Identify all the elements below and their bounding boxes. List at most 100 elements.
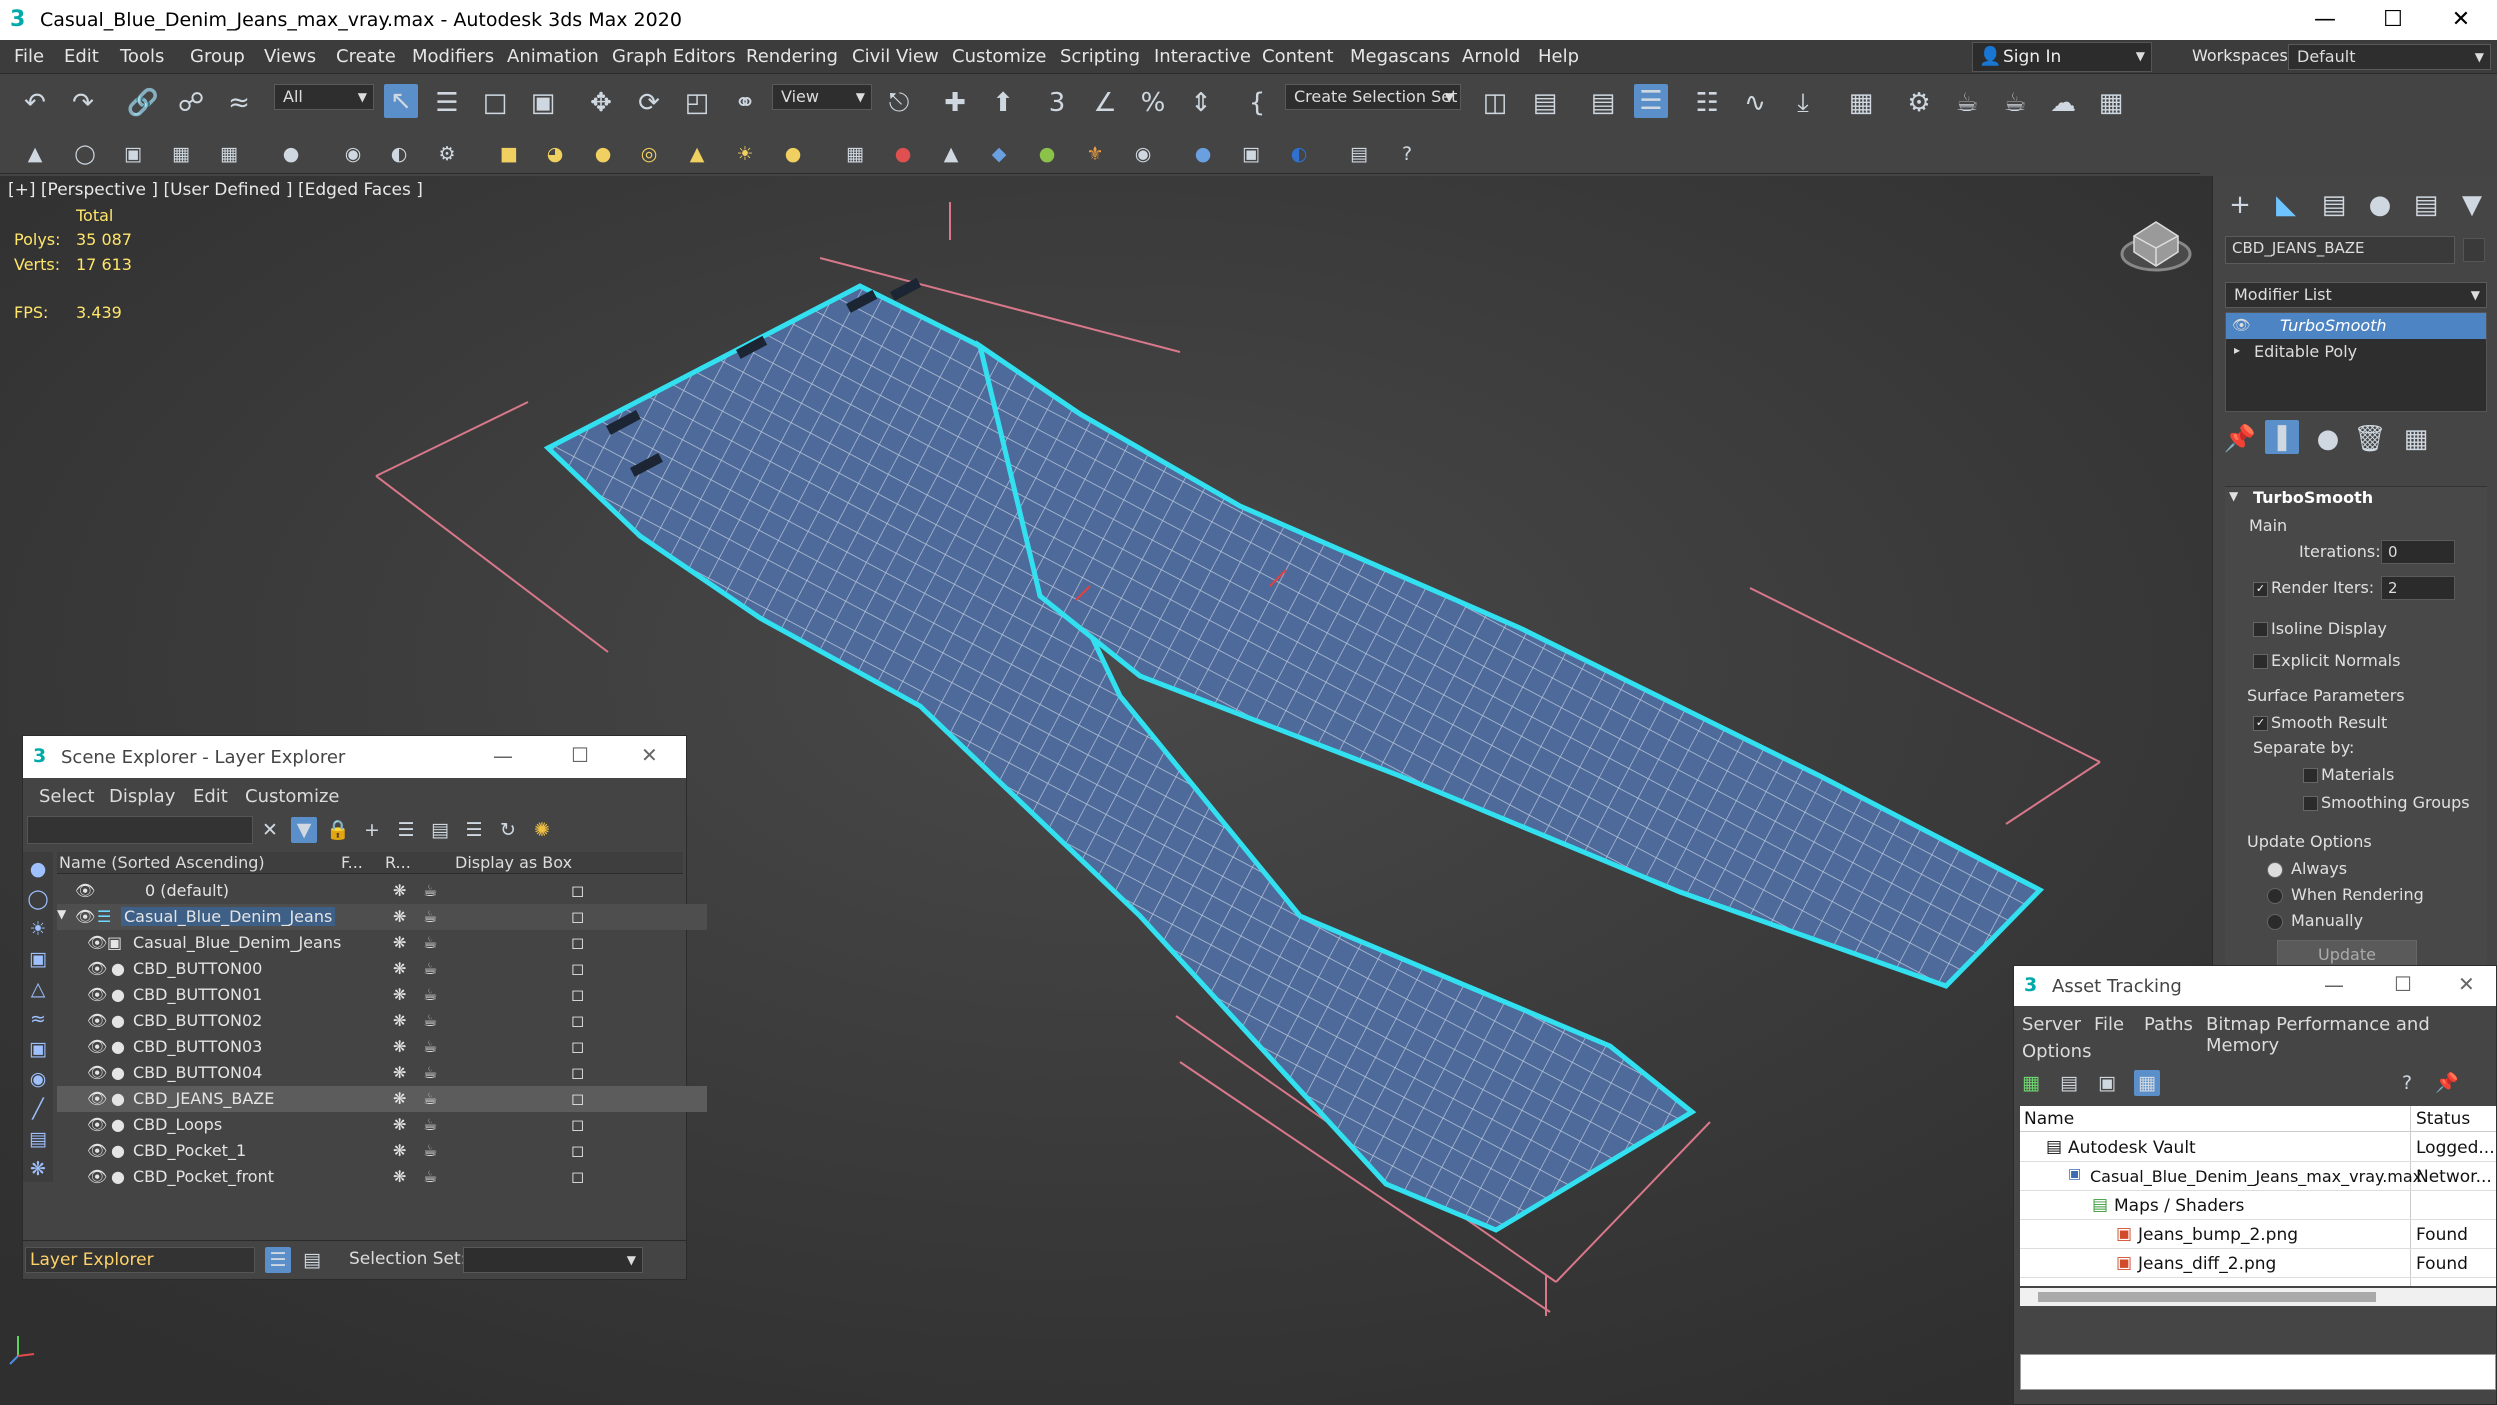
asset-menu-options[interactable]: Options <box>2022 1041 2091 1062</box>
explicit-normals-checkbox[interactable] <box>2253 654 2268 669</box>
render-icon[interactable]: ☕ <box>423 985 437 1004</box>
edit-named-selection-icon[interactable]: { <box>1240 86 1274 120</box>
align-icon[interactable]: ▤ <box>1528 86 1562 120</box>
freeze-icon[interactable]: ❋ <box>393 1141 406 1160</box>
redo-icon[interactable]: ↷ <box>66 86 100 120</box>
render-icon[interactable]: ☕ <box>423 1089 437 1108</box>
maximize-button[interactable]: ☐ <box>2358 0 2428 40</box>
box-icon[interactable]: ◻ <box>571 985 584 1004</box>
render-icon[interactable]: ☕ <box>423 1063 437 1082</box>
maximize-button[interactable]: ☐ <box>571 743 589 767</box>
percent-snap-icon[interactable]: % <box>1136 86 1170 120</box>
menu-content[interactable]: Content <box>1262 46 1334 67</box>
render-frame-icon[interactable]: ● <box>1190 141 1216 167</box>
column-header-display-as-box[interactable]: Display as Box <box>455 853 572 872</box>
freeze-icon[interactable]: ❋ <box>393 1115 406 1134</box>
scale-icon[interactable]: ◰ <box>680 86 714 120</box>
layer-explorer-mode-icon[interactable]: ☰ <box>265 1247 291 1273</box>
schematic-view-icon[interactable]: ⤓ <box>1786 86 1820 120</box>
eye-icon[interactable]: 👁 <box>87 1089 107 1108</box>
menu-file[interactable]: File <box>14 46 44 67</box>
object-color-swatch[interactable] <box>2463 238 2485 262</box>
arnold-toolbar-icon-2[interactable]: ◯ <box>72 141 98 167</box>
render-icon[interactable]: ☕ <box>423 907 437 926</box>
list-item[interactable]: ▼ 👁 ☰ Casual_Blue_Denim_Jeans ❋ ☕ ◻ <box>57 904 707 930</box>
list-item[interactable]: 👁 ● CBD_Pocket_1 ❋ ☕ ◻ <box>57 1138 707 1164</box>
select-object-icon[interactable]: ↖ <box>384 84 418 118</box>
fur-object-icon[interactable]: ⚜ <box>1082 141 1108 167</box>
help-icon[interactable]: ? <box>1394 141 1420 167</box>
display-space-warps-icon[interactable]: ≈ <box>25 1006 51 1032</box>
volume-object-icon[interactable]: ◉ <box>1130 141 1156 167</box>
hierarchy-mode-icon[interactable]: ▤ <box>299 1247 325 1273</box>
smooth-result-checkbox[interactable]: ✓ <box>2253 716 2268 731</box>
box-icon[interactable]: ◻ <box>571 1063 584 1082</box>
render-settings-icon[interactable]: ⚙ <box>434 141 460 167</box>
lock-icon[interactable]: 🔒 <box>325 817 351 843</box>
freeze-icon[interactable]: ❋ <box>393 933 406 952</box>
render-icon[interactable]: ☕ <box>423 1011 437 1030</box>
render-icon[interactable]: ☕ <box>423 881 437 900</box>
menu-edit[interactable]: Edit <box>64 46 99 67</box>
sun-light-icon[interactable]: ☀ <box>732 141 758 167</box>
window-crossing-icon[interactable]: ▣ <box>526 86 560 120</box>
viewport-label[interactable]: [+] [Perspective ] [User Defined ] [Edge… <box>8 180 423 200</box>
display-lights-icon[interactable]: ☀ <box>25 916 51 942</box>
menu-group[interactable]: Group <box>190 46 245 67</box>
render-icon[interactable]: ☕ <box>423 1115 437 1134</box>
motion-tab-icon[interactable]: ● <box>2363 188 2397 222</box>
modifier-list-dropdown[interactable]: Modifier List ▼ <box>2225 282 2487 308</box>
minimize-button[interactable]: — <box>2290 0 2360 40</box>
menu-animation[interactable]: Animation <box>507 46 599 67</box>
display-xrefs-icon[interactable]: ◉ <box>25 1066 51 1092</box>
menu-tools[interactable]: Tools <box>120 46 164 67</box>
eye-icon[interactable]: 👁 <box>87 1011 107 1030</box>
eye-icon[interactable]: 👁 <box>2232 316 2251 334</box>
pivot-center-icon[interactable]: ⎋ <box>882 86 916 120</box>
display-containers-icon[interactable]: ▤ <box>25 1126 51 1152</box>
unlink-icon[interactable]: ☍ <box>174 86 208 120</box>
arnold-toolbar-icon-3[interactable]: ▣ <box>120 141 146 167</box>
asset-menu-bitmap[interactable]: Bitmap Performance and Memory <box>2206 1014 2496 1056</box>
stack-item-turbosmooth[interactable]: 👁 TurboSmooth <box>2226 313 2486 339</box>
eye-icon[interactable]: 👁 <box>87 1063 107 1082</box>
scene-menu-select[interactable]: Select <box>39 786 95 807</box>
box-primitive-icon[interactable]: ■ <box>496 141 522 167</box>
toggle-icon[interactable]: ◐ <box>1286 141 1312 167</box>
toggle-scene-explorer-icon[interactable]: ▤ <box>1586 86 1620 120</box>
workspaces-dropdown[interactable]: Default ▼ <box>2288 44 2491 70</box>
sync-layers-icon[interactable]: ↻ <box>495 817 521 843</box>
scene-menu-edit[interactable]: Edit <box>193 786 228 807</box>
eye-icon[interactable]: 👁 <box>75 907 95 926</box>
select-manipulate-icon[interactable]: ✚ <box>938 86 972 120</box>
arnold-toolbar-icon-4[interactable]: ▦ <box>168 141 194 167</box>
display-groups-icon[interactable]: ▣ <box>25 1036 51 1062</box>
detail-view-icon[interactable]: ▣ <box>2094 1070 2120 1096</box>
column-header-name[interactable]: Name <box>2024 1109 2074 1129</box>
keyboard-shortcut-override-icon[interactable]: ⬆ <box>986 86 1020 120</box>
render-icon[interactable]: ☕ <box>423 959 437 978</box>
menu-arnold[interactable]: Arnold <box>1462 46 1520 67</box>
close-button[interactable]: ✕ <box>2458 972 2475 996</box>
list-item[interactable]: 👁 0 (default) ❋ ☕ ◻ <box>57 878 707 904</box>
make-current-layer-icon[interactable]: ▤ <box>427 817 453 843</box>
create-layer-icon[interactable]: + <box>359 817 385 843</box>
log-icon[interactable]: ▤ <box>1346 141 1372 167</box>
when-rendering-radio[interactable] <box>2267 888 2283 904</box>
snaps-toggle-icon[interactable]: 3 <box>1040 86 1074 120</box>
always-radio[interactable] <box>2267 862 2283 878</box>
modify-tab-icon[interactable]: ◣ <box>2269 188 2303 222</box>
minimize-button[interactable]: — <box>493 744 513 768</box>
render-icon[interactable]: ☕ <box>423 1141 437 1160</box>
explorer-selector[interactable]: Layer Explorer <box>25 1247 255 1273</box>
menu-help[interactable]: Help <box>1538 46 1579 67</box>
move-icon[interactable]: ✥ <box>584 86 618 120</box>
iterations-spinner[interactable]: 0 <box>2381 540 2455 564</box>
freeze-icon[interactable]: ❋ <box>393 881 406 900</box>
freeze-icon[interactable]: ❋ <box>393 1037 406 1056</box>
clear-search-icon[interactable]: ✕ <box>257 817 283 843</box>
eye-icon[interactable]: 👁 <box>87 933 107 952</box>
freeze-icon[interactable]: ❋ <box>393 907 406 926</box>
column-header-freeze[interactable]: F... <box>341 853 363 872</box>
refresh-icon[interactable]: ▦ <box>2018 1070 2044 1096</box>
